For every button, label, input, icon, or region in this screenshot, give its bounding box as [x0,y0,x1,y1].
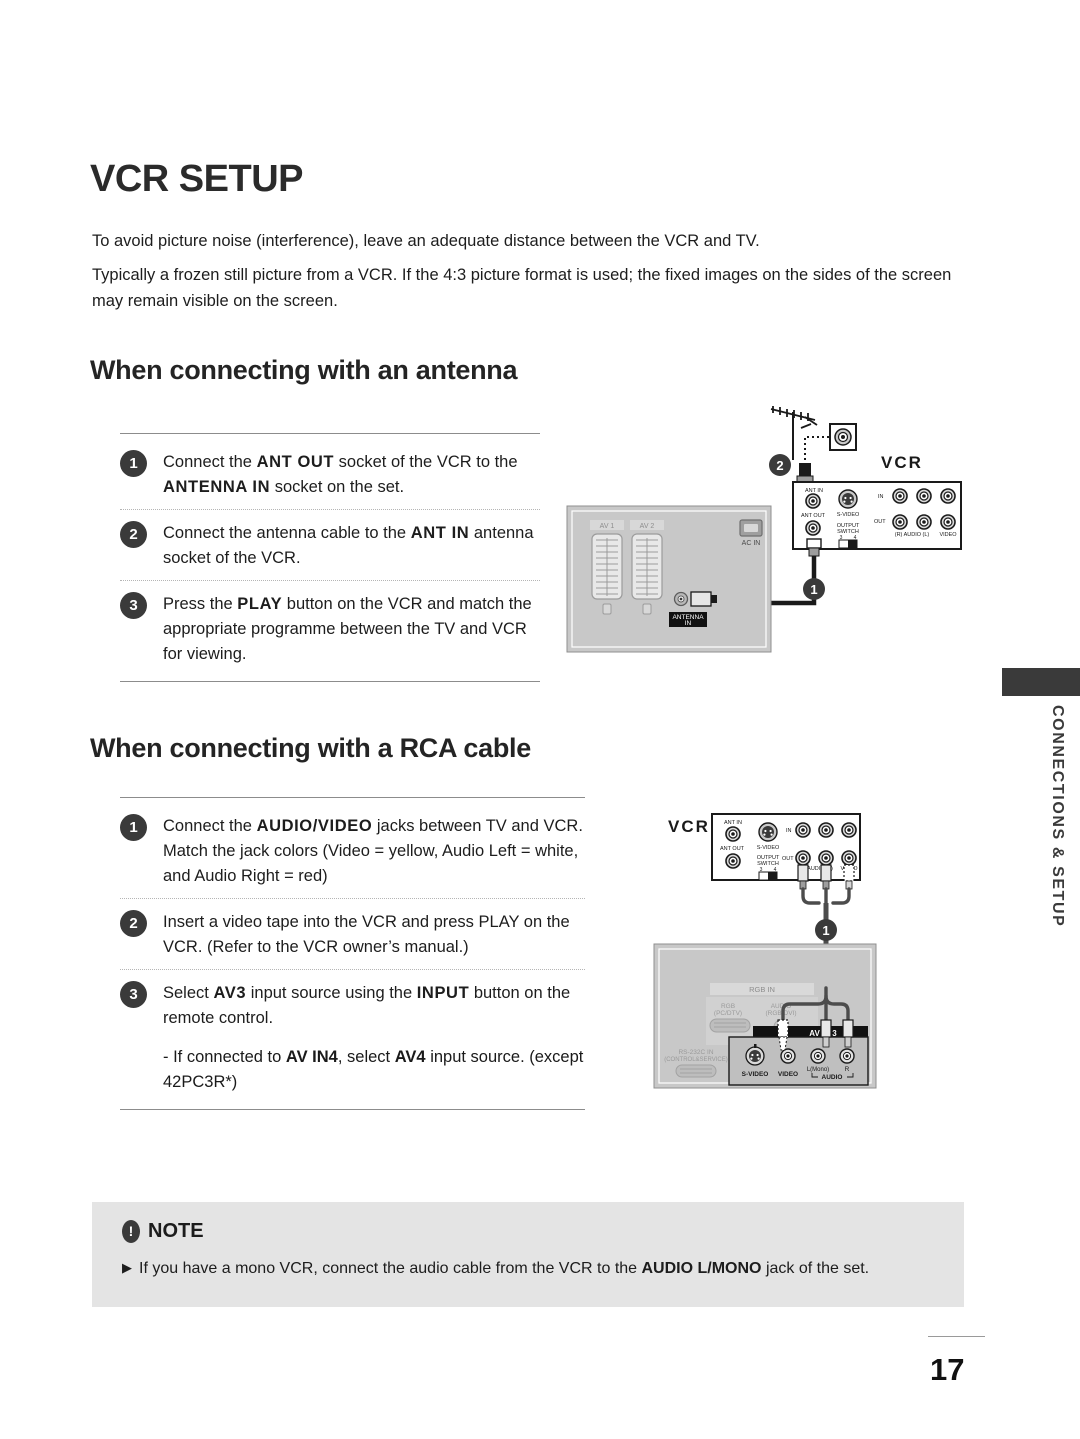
step-number: 2 [120,910,147,937]
in-row-label: IN [786,828,792,834]
step-number: 2 [120,521,147,548]
step-item: 2 Insert a video tape into the VCR and p… [120,898,585,960]
video-row-label: VIDEO [939,532,957,538]
step-text: Press the PLAY button on the VCR and mat… [163,592,540,667]
note-title-text: NOTE [148,1220,204,1242]
antenna-in-label-2: IN [685,620,692,627]
note-bold-text: AUDIO L/MONO [641,1260,762,1277]
audio-label: AUDIO [822,1074,843,1081]
step-text: Connect the ANT OUT socket of the VCR to… [163,450,540,500]
step-text-bold1: ANT IN [410,524,470,542]
diagram-antenna-connection: 2 VCR ANT IN ANT OUT S-VIDEO OUTPUT SWIT… [565,398,965,663]
subnote-bold1: AV IN4 [285,1048,338,1066]
ant-out-label: ANT OUT [720,846,745,852]
ant-in-label: ANT IN [805,488,823,494]
note-box: ! NOTE ▶ If you have a mono VCR, connect … [92,1202,964,1307]
step-text-pre: Connect the antenna cable to the [163,524,411,542]
rgb-label: RGB [721,1003,735,1010]
step-number: 3 [120,981,147,1008]
out-row-label: OUT [874,519,886,525]
note-tail-text: jack of the set. [761,1260,870,1277]
pcdtv-label: (PC/DTV) [714,1010,742,1017]
step-item: 1 Connect the AUDIO/VIDEO jacks between … [120,814,585,889]
divider-top [120,433,540,434]
step-text: Connect the AUDIO/VIDEO jacks between TV… [163,814,585,889]
vcr-label: VCR [881,453,923,472]
step-number: 1 [120,814,147,841]
steps-antenna: 1 Connect the ANT OUT socket of the VCR … [120,433,540,682]
control-service-label: (CONTROL&SERVICE) [664,1057,728,1063]
step-text-pre: Insert a video tape into the VCR and pre… [163,913,570,956]
step-text-pre: Connect the [163,817,257,835]
step-text: Select AV3 input source using the INPUT … [163,981,585,1031]
note-bullet-text: If you have a mono VCR, connect the audi… [139,1260,642,1277]
note-body: ▶ If you have a mono VCR, connect the aud… [122,1256,932,1281]
intro-paragraphs: To avoid picture noise (interference), l… [92,228,962,322]
subnote-mid: , select [337,1048,395,1066]
video-label: VIDEO [778,1071,798,1078]
exclamation-icon: ! [122,1220,140,1243]
step-number: 3 [120,592,147,619]
section-heading-antenna: When connecting with an antenna [90,355,518,385]
r-label: R [845,1066,850,1073]
divider-top [120,797,585,798]
s-video-label: S-VIDEO [757,845,780,851]
step-text-bold2: INPUT [416,984,470,1002]
step-text-bold1: PLAY [237,595,283,613]
page-title: VCR SETUP [90,158,303,200]
l-mono-label: L(Mono) [807,1067,829,1073]
intro-line-1: To avoid picture noise (interference), l… [92,232,760,250]
av2-label: AV 2 [640,523,655,530]
ant-out-label: ANT OUT [801,513,826,519]
divider-bottom [120,681,540,682]
rs232c-label: RS-232C IN [678,1049,713,1056]
ac-in-label: AC IN [742,540,761,547]
page-number: 17 [930,1352,965,1387]
vcr-label: VCR [668,817,710,836]
step-item: 3 Select AV3 input source using the INPU… [120,969,585,1031]
subnote-pre: - If connected to [163,1048,286,1066]
step-text-mid: input source using the [246,984,417,1002]
step-text: Connect the antenna cable to the ANT IN … [163,521,540,571]
rgbdvi-label: (RGB/DVI) [765,1010,796,1017]
step-text-pre: Press the [163,595,238,613]
step-text-post: socket on the set. [270,478,405,496]
in-row-label: IN [878,494,884,500]
ant-in-label: ANT IN [724,820,742,826]
step-text-mid: socket of the VCR to the [334,453,518,471]
step-item: 1 Connect the ANT OUT socket of the VCR … [120,450,540,500]
callout-2-label: 2 [776,458,783,473]
intro-line-2: Typically a frozen still picture from a … [92,266,952,310]
subnote-bold2: AV4 [394,1048,426,1066]
rgb-in-label: RGB IN [749,985,775,994]
footer-divider [928,1336,985,1337]
section-heading-rca: When connecting with a RCA cable [90,733,531,763]
diagram-rca-connection: VCR ANT IN ANT OUT S-VIDEO OUTPUT SWITCH… [640,808,890,1093]
callout-1-label: 1 [810,582,817,597]
steps-rca: 1 Connect the AUDIO/VIDEO jacks between … [120,797,585,1110]
av1-label: AV 1 [600,523,615,530]
side-tab-label: CONNECTIONS & SETUP [1049,705,1066,928]
step-text-pre: Select [163,984,214,1002]
step-text-bold1: AV3 [213,984,247,1002]
step-text-bold2: ANTENNA IN [163,478,271,496]
triangle-bullet-icon: ▶ [122,1260,132,1275]
divider-bottom [120,1109,585,1110]
side-tab-marker [1002,668,1080,696]
step-item: 3 Press the PLAY button on the VCR and m… [120,580,540,667]
step-text: Insert a video tape into the VCR and pre… [163,910,585,960]
s-video-label: S-VIDEO [742,1071,769,1078]
s-video-label: S-VIDEO [837,512,860,518]
step-item: 2 Connect the antenna cable to the ANT I… [120,509,540,571]
note-title: ! NOTE [122,1220,204,1243]
step-text-bold1: ANT OUT [256,453,335,471]
step-number: 1 [120,450,147,477]
step-text-bold1: AUDIO/VIDEO [256,817,373,835]
step-text-pre: Connect the [163,453,257,471]
callout-1-label: 1 [822,923,829,938]
audio-row-label: (R) AUDIO (L) [895,532,930,538]
out-row-label: OUT [782,856,794,862]
subnote-text: - If connected to AV IN4, select AV4 inp… [120,1045,585,1095]
